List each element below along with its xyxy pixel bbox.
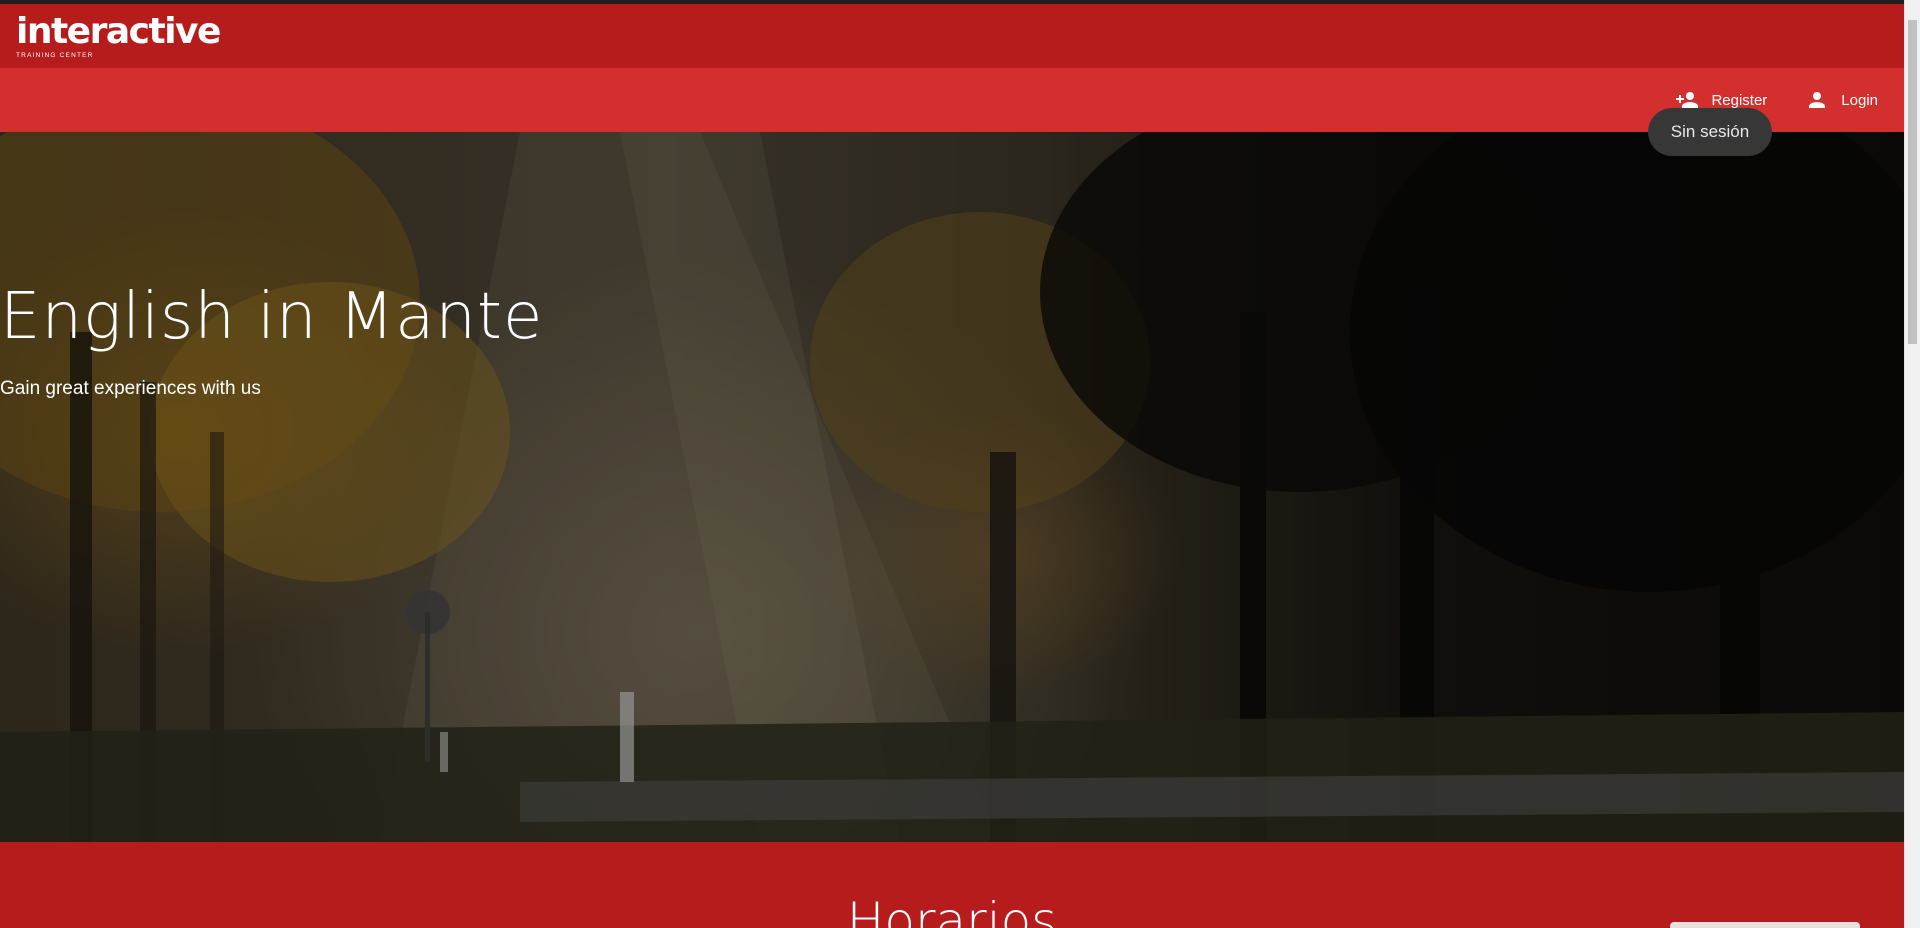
section-title: Horarios (846, 892, 1058, 928)
hero-banner: English in Mante Gain great experiences … (0, 132, 1904, 842)
register-label: Register (1711, 91, 1768, 109)
top-app-bar: interactive TRAINING CENTER (0, 4, 1904, 68)
session-tooltip: Sin sesión (1648, 108, 1772, 156)
hero-subtitle: Gain great experiences with us (0, 378, 261, 399)
person-icon (1809, 92, 1826, 108)
hero-background-image (0, 132, 1904, 842)
floating-card[interactable] (1670, 922, 1860, 928)
scrollbar-thumb[interactable] (1908, 20, 1917, 344)
schedule-section: Horarios (0, 842, 1904, 928)
login-label: Login (1841, 91, 1878, 109)
puzzle-logo-icon (128, 13, 162, 57)
login-button[interactable]: Login (1793, 80, 1890, 120)
logo-wordmark: interactive (16, 10, 221, 52)
hero-title: English in Mante (0, 280, 544, 354)
logo-text: interactive TRAINING CENTER (16, 10, 221, 59)
vertical-scrollbar[interactable] (1904, 0, 1920, 928)
brand-logo[interactable]: interactive TRAINING CENTER (16, 13, 221, 59)
navigation-bar: Register Login (0, 68, 1904, 132)
logo-subtitle: TRAINING CENTER (16, 51, 94, 59)
